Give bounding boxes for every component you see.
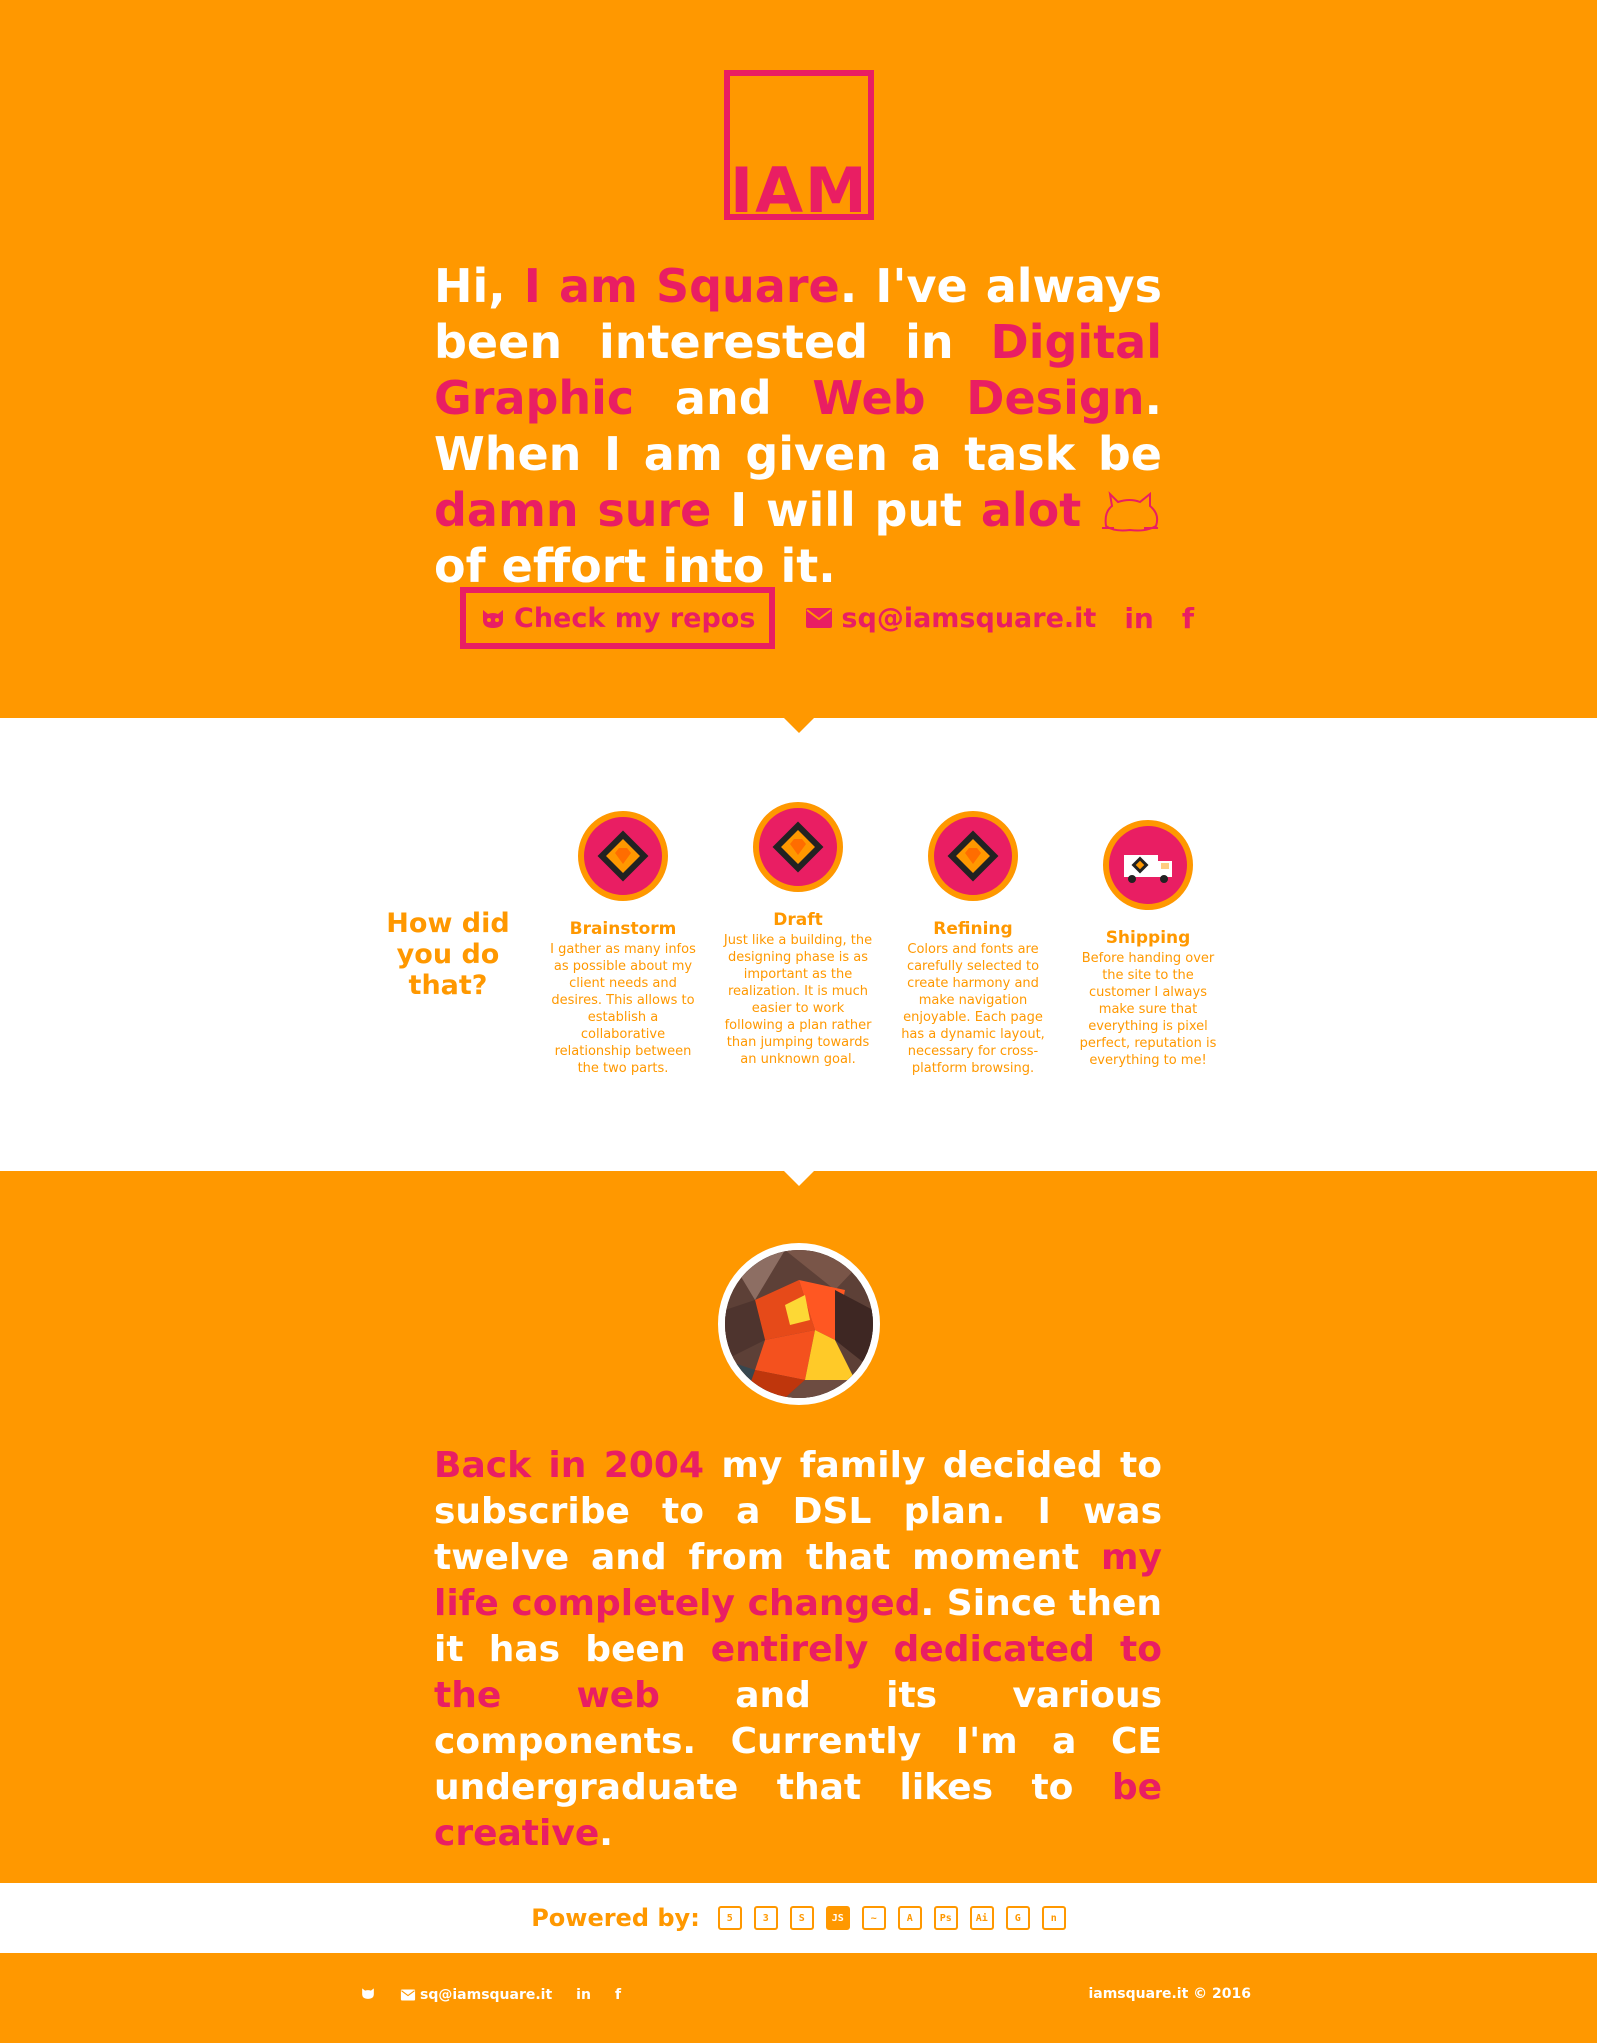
html5-icon: 5 — [717, 1906, 742, 1930]
intro-highlight: alot — [980, 483, 1082, 537]
check-repos-button[interactable]: Check my repos — [460, 587, 776, 649]
angular-icon: A — [897, 1906, 922, 1930]
bio-highlight: Back in 2004 — [434, 1445, 704, 1486]
facebook-icon[interactable]: f — [615, 1987, 621, 2003]
footer-links: sq@iamsquare.it in f — [360, 1986, 621, 2004]
envelope-icon — [400, 1989, 416, 2001]
step-brainstorm: Brainstorm I gather as many infos as pos… — [548, 811, 698, 1077]
gem-icon — [928, 811, 1018, 901]
step-shipping: Shipping Before handing over the site to… — [1073, 820, 1223, 1069]
linkedin-icon[interactable]: in — [576, 1987, 591, 2003]
step-title: Brainstorm — [569, 919, 677, 939]
intro-part: of effort into it. — [434, 539, 836, 593]
javascript-icon: JS — [825, 1906, 850, 1930]
iam-logo: IAM — [724, 70, 874, 227]
step-desc: Just like a building, the designing phas… — [723, 933, 873, 1067]
email-text: sq@iamsquare.it — [841, 602, 1097, 634]
intro-highlight: I am Square — [523, 259, 840, 313]
truck-icon — [1103, 820, 1193, 910]
jquery-icon: ~ — [861, 1906, 886, 1930]
about-section: Back in 2004 my family decided to subscr… — [0, 1171, 1597, 1883]
cat-icon — [1102, 491, 1159, 532]
gem-icon — [578, 811, 668, 901]
logo-text: IAM — [730, 154, 869, 227]
footer-email-text: sq@iamsquare.it — [420, 1987, 553, 2003]
facebook-icon[interactable]: f — [1182, 602, 1194, 635]
powered-by-bar: Powered by: 5 3 S JS ~ A Ps Ai G n — [0, 1883, 1597, 1953]
gem-icon — [753, 802, 843, 892]
intro-part: Hi, — [434, 259, 524, 313]
bio-part: . — [599, 1813, 613, 1854]
envelope-icon — [806, 608, 833, 628]
step-draft: Draft Just like a building, the designin… — [723, 802, 873, 1068]
github-icon — [483, 610, 503, 628]
intro-text: Hi, I am Square. I've always been intere… — [434, 258, 1162, 594]
contact-links: Check my repos sq@iamsquare.it in f — [460, 587, 1194, 649]
step-desc: I gather as many infos as possible about… — [550, 942, 696, 1076]
step-desc: Colors and fonts are carefully selected … — [901, 942, 1045, 1076]
step-title: Refining — [933, 919, 1013, 939]
copyright: iamsquare.it © 2016 — [1088, 1986, 1251, 2002]
intro-part: I will put — [711, 483, 981, 537]
step-desc: Before handing over the site to the cust… — [1079, 951, 1217, 1068]
gulp-icon: G — [1005, 1906, 1030, 1930]
photoshop-icon: Ps — [933, 1906, 958, 1930]
css3-icon: 3 — [753, 1906, 778, 1930]
step-refining: Refining Colors and fonts are carefully … — [898, 811, 1048, 1077]
npm-icon: n — [1041, 1906, 1066, 1930]
step-title: Shipping — [1105, 928, 1191, 948]
linkedin-icon[interactable]: in — [1124, 602, 1154, 635]
step-title: Draft — [773, 910, 823, 930]
intro-highlight: Web Design — [812, 371, 1145, 425]
intro-part: and — [634, 371, 813, 425]
illustrator-icon: Ai — [969, 1906, 994, 1930]
footer-email-link[interactable]: sq@iamsquare.it — [400, 1987, 552, 2003]
sass-icon: S — [789, 1906, 814, 1930]
hero-section: IAM Hi, I am Square. I've always been in… — [0, 0, 1597, 718]
section-notch — [784, 1171, 814, 1186]
process-section: How did you do that? Brainstorm I gather… — [0, 718, 1597, 1186]
bio-text: Back in 2004 my family decided to subscr… — [434, 1443, 1162, 1857]
process-heading: How did you do that? — [386, 908, 510, 1001]
email-link[interactable]: sq@iamsquare.it — [805, 603, 1096, 634]
repos-label: Check my repos — [514, 602, 756, 634]
section-notch — [784, 718, 814, 733]
avatar — [718, 1243, 880, 1405]
powered-label: Powered by: — [531, 1904, 700, 1932]
intro-highlight: damn sure — [434, 483, 712, 537]
footer: sq@iamsquare.it in f iamsquare.it © 2016 — [0, 1953, 1597, 2043]
github-icon[interactable] — [360, 1986, 376, 2004]
